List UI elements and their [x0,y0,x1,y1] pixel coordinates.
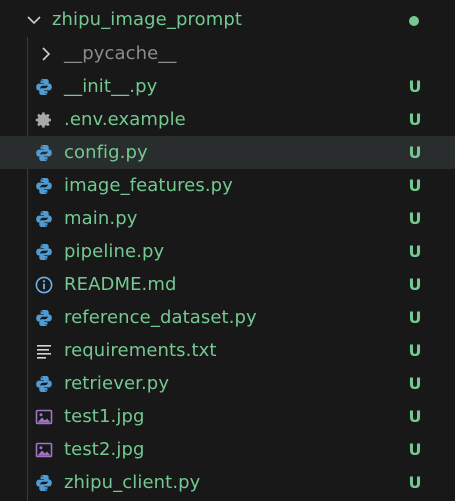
file-row[interactable]: image_features.py U [0,169,455,202]
git-status-badge: U [408,374,422,393]
file-label: __init__.py [64,76,158,97]
file-row[interactable]: main.py U [0,202,455,235]
git-status-badge: U [408,209,422,228]
git-status-badge: U [408,440,422,459]
python-icon [35,210,53,228]
file-label: retriever.py [64,373,170,394]
file-row[interactable]: retriever.py U [0,367,455,400]
python-icon [35,309,53,327]
file-row[interactable]: __init__.py U [0,70,455,103]
file-label: config.py [64,142,148,163]
file-label: requirements.txt [64,340,217,361]
file-label: zhipu_client.py [64,472,201,493]
info-icon [35,276,53,294]
file-label: README.md [64,274,177,295]
file-row[interactable]: requirements.txt U [0,334,455,367]
file-row-selected[interactable]: config.py U [0,136,455,169]
git-status-badge: U [408,110,422,129]
file-row[interactable]: README.md U [0,268,455,301]
file-row[interactable]: .env.example U [0,103,455,136]
file-label: image_features.py [64,175,233,196]
python-icon [35,474,53,492]
git-status-badge: U [408,242,422,261]
file-row[interactable]: test2.jpg U [0,433,455,466]
git-status-badge: U [408,176,422,195]
python-icon [35,177,53,195]
git-status-badge: U [408,308,422,327]
image-icon [35,408,53,426]
python-icon [35,144,53,162]
git-status-badge: U [408,143,422,162]
text-file-icon [35,342,53,360]
file-label: pipeline.py [64,241,165,262]
file-row[interactable]: pipeline.py U [0,235,455,268]
status-dot [409,16,419,26]
file-label: main.py [64,208,138,229]
file-label: test2.jpg [64,439,145,460]
file-row[interactable]: zhipu_client.py U [0,466,455,499]
python-icon [35,78,53,96]
chevron-down-icon[interactable] [24,3,44,36]
git-status-badge: U [408,341,422,360]
file-label: test1.jpg [64,406,145,427]
git-status-badge: U [408,407,422,426]
python-icon [35,243,53,261]
git-status-badge: U [408,473,422,492]
file-label: .env.example [64,109,186,130]
file-label: __pycache__ [64,43,177,64]
image-icon [35,441,53,459]
folder-row-pycache[interactable]: __pycache__ [0,37,455,70]
file-row[interactable]: test1.jpg U [0,400,455,433]
git-status-badge: U [408,275,422,294]
gear-icon [35,111,53,129]
root-folder-label: zhipu_image_prompt [52,9,243,30]
file-explorer: zhipu_image_prompt __pycache__ __init__.… [0,0,455,501]
python-icon [35,375,53,393]
file-label: reference_dataset.py [64,307,257,328]
file-row[interactable]: reference_dataset.py U [0,301,455,334]
folder-row-root[interactable]: zhipu_image_prompt [0,3,455,36]
git-status-badge: U [408,77,422,96]
chevron-right-icon[interactable] [36,37,56,70]
